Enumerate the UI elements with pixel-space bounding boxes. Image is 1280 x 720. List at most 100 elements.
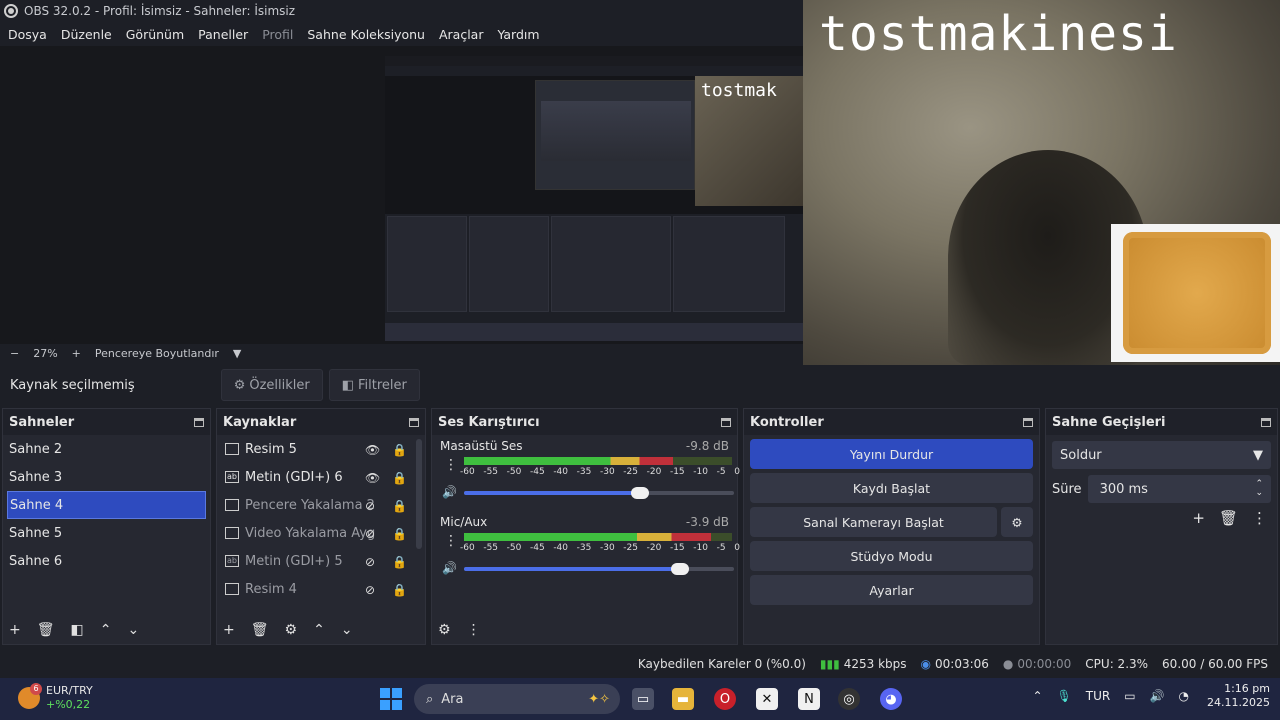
gear-icon[interactable]: ⚙	[285, 622, 298, 638]
capcut-icon[interactable]: ✕	[756, 688, 778, 710]
trash-icon[interactable]: 🗑	[1219, 509, 1238, 527]
menu-gorunum[interactable]: Görünüm	[126, 27, 184, 42]
source-item[interactable]: Video Yakalama Ayg ⊘ 🔒	[217, 519, 425, 547]
notification-badge: 6	[30, 683, 42, 695]
menu-dosya[interactable]: Dosya	[8, 27, 47, 42]
clock[interactable]: 1:16 pm 24.11.2025	[1207, 682, 1270, 710]
speaker-icon[interactable]: 🔊	[442, 561, 457, 575]
meter-tick-label: -15	[669, 543, 685, 553]
properties-button[interactable]: ⚙ Özellikler	[220, 369, 323, 401]
source-item[interactable]: ab Metin (GDI+) 6 👁 🔒	[217, 463, 425, 491]
volume-knob[interactable]	[671, 563, 689, 575]
undock-icon[interactable]	[1261, 417, 1271, 427]
scene-item-selected[interactable]: Sahne 4	[7, 491, 206, 519]
scene-item[interactable]: Sahne 6	[3, 547, 210, 575]
volume-knob[interactable]	[630, 487, 649, 499]
trash-icon[interactable]: 🗑	[37, 622, 55, 638]
settings-button[interactable]: Ayarlar	[750, 575, 1033, 605]
eye-hidden-icon[interactable]: ⊘	[365, 583, 375, 597]
speaker-icon[interactable]: 🔊	[442, 485, 457, 499]
menu-profil[interactable]: Profil	[262, 27, 293, 42]
eye-hidden-icon[interactable]: ⊘	[365, 527, 375, 541]
advanced-audio-icon[interactable]: ⚙	[438, 622, 451, 638]
undock-icon[interactable]	[1023, 417, 1033, 427]
language-indicator[interactable]: TUR	[1086, 689, 1110, 703]
lock-icon[interactable]: 🔒	[392, 527, 407, 541]
eye-icon[interactable]: 👁	[365, 471, 380, 485]
menu-paneller[interactable]: Paneller	[198, 27, 248, 42]
meter-tick-label: -50	[506, 543, 522, 553]
arrow-down-icon[interactable]: ⌄	[127, 622, 139, 638]
notion-icon[interactable]: N	[798, 688, 820, 710]
channel-menu-icon[interactable]: ⋮	[444, 457, 458, 473]
obs-icon[interactable]: ◎	[838, 688, 860, 710]
arrow-down-icon[interactable]: ⌄	[341, 622, 353, 638]
stop-stream-button[interactable]: Yayını Durdur	[750, 439, 1033, 469]
menu-dots-icon[interactable]: ⋮	[1252, 509, 1267, 527]
volume-slider[interactable]	[464, 563, 734, 575]
source-label: Resim 5	[245, 441, 297, 457]
zoom-out-button[interactable]: −	[10, 347, 19, 360]
stream-time: 00:03:06	[935, 657, 989, 671]
network-icon[interactable]: ◔	[1179, 689, 1189, 703]
start-record-button[interactable]: Kaydı Başlat	[750, 473, 1033, 503]
menu-duzenle[interactable]: Düzenle	[61, 27, 112, 42]
duration-input[interactable]: 300 ms ⌃ ⌄	[1087, 475, 1271, 503]
eye-hidden-icon[interactable]: ⊘	[365, 499, 375, 513]
add-icon[interactable]: +	[1192, 509, 1205, 527]
task-view-icon[interactable]: ▭	[632, 688, 654, 710]
volume-slider[interactable]	[464, 487, 734, 499]
channel-menu-icon[interactable]: ⋮	[444, 533, 458, 549]
menu-yardim[interactable]: Yardım	[497, 27, 539, 42]
eye-hidden-icon[interactable]: ⊘	[365, 555, 375, 569]
taskbar-search[interactable]: ⌕ Ara ✦✧	[414, 684, 620, 714]
arrow-up-icon[interactable]: ⌃	[313, 622, 325, 638]
meter-tick-label: -45	[529, 543, 545, 553]
eye-icon[interactable]: 👁	[365, 443, 380, 457]
undock-icon[interactable]	[721, 417, 731, 427]
source-item[interactable]: Resim 4 ⊘ 🔒	[217, 575, 425, 603]
scene-item[interactable]: Sahne 2	[3, 435, 210, 463]
undock-icon[interactable]	[194, 417, 204, 427]
volume-icon[interactable]: 🔊	[1150, 689, 1165, 703]
source-item[interactable]: ab Metin (GDI+) 5 ⊘ 🔒	[217, 547, 425, 575]
add-icon[interactable]: +	[223, 622, 235, 638]
studio-mode-button[interactable]: Stüdyo Modu	[750, 541, 1033, 571]
source-item[interactable]: Resim 5 👁 🔒	[217, 435, 425, 463]
microphone-icon[interactable]: 🎙	[1057, 689, 1072, 703]
transition-select[interactable]: Soldur ▼	[1052, 441, 1271, 469]
sources-scrollbar[interactable]	[416, 439, 422, 549]
meter-tick-label: -25	[623, 543, 638, 553]
zoom-in-button[interactable]: +	[72, 347, 81, 360]
source-item[interactable]: Pencere Yakalama 2 ⊘ 🔒	[217, 491, 425, 519]
menu-dots-icon[interactable]: ⋮	[467, 622, 481, 638]
menu-sahne-koleksiyonu[interactable]: Sahne Koleksiyonu	[307, 27, 425, 42]
filter-icon[interactable]: ◧	[71, 622, 84, 638]
trash-icon[interactable]: 🗑	[251, 622, 269, 638]
virtual-camera-button[interactable]: Sanal Kamerayı Başlat	[750, 507, 997, 537]
lock-icon[interactable]: 🔒	[392, 555, 407, 569]
undock-icon[interactable]	[409, 417, 419, 427]
menu-araclar[interactable]: Araçlar	[439, 27, 484, 42]
chevron-down-icon[interactable]: ▼	[233, 347, 241, 360]
gear-icon[interactable]: ⚙	[1001, 507, 1033, 537]
scene-item[interactable]: Sahne 5	[3, 519, 210, 547]
ticker-widget[interactable]: 6 EUR/TRY +%0,22	[18, 683, 93, 712]
arrow-up-icon[interactable]: ⌃	[100, 622, 112, 638]
opera-icon[interactable]: O	[714, 688, 736, 710]
level-meter	[464, 533, 732, 541]
lock-icon[interactable]: 🔒	[392, 499, 407, 513]
add-icon[interactable]: +	[9, 622, 21, 638]
monitor-icon[interactable]: ▭	[1124, 689, 1135, 703]
lock-icon[interactable]: 🔒	[392, 471, 407, 485]
lock-icon[interactable]: 🔒	[392, 583, 407, 597]
chevron-up-icon[interactable]: ⌃	[1032, 689, 1042, 703]
spinner-icon[interactable]: ⌃ ⌄	[1255, 480, 1263, 498]
meter-tick-label: -30	[599, 467, 615, 477]
lock-icon[interactable]: 🔒	[392, 443, 407, 457]
file-explorer-icon[interactable]: ▬	[672, 688, 694, 710]
windows-start-icon[interactable]	[380, 688, 402, 710]
filters-button[interactable]: ◧ Filtreler	[328, 369, 420, 401]
discord-icon[interactable]: ◕	[880, 688, 902, 710]
scene-item[interactable]: Sahne 3	[3, 463, 210, 491]
